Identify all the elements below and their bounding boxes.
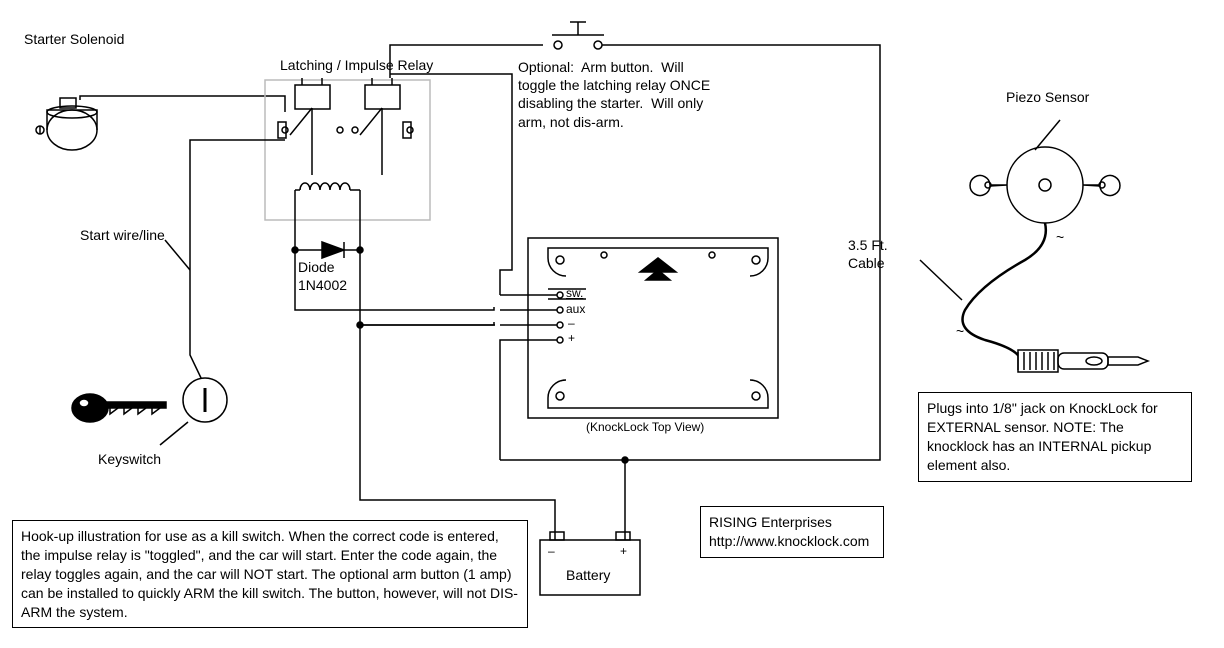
knocklock-caption: (KnockLock Top View) bbox=[586, 420, 704, 436]
terminal-minus-label: – bbox=[568, 316, 575, 332]
piezo-label: Piezo Sensor bbox=[1006, 88, 1089, 106]
start-wire-label: Start wire/line bbox=[80, 226, 165, 244]
starter-solenoid-icon bbox=[36, 98, 97, 150]
keyswitch-label: Keyswitch bbox=[98, 450, 161, 468]
audio-plug-icon bbox=[1018, 350, 1148, 372]
sensor-note-text: Plugs into 1/8" jack on KnockLock for EX… bbox=[927, 400, 1158, 473]
latching-relay-icon bbox=[278, 78, 413, 215]
company-box: RISING Enterprises http://www.knocklock.… bbox=[700, 506, 884, 558]
sensor-note-box: Plugs into 1/8" jack on KnockLock for EX… bbox=[918, 392, 1192, 482]
battery-minus-label: – bbox=[548, 544, 555, 560]
knocklock-enclosure-icon bbox=[528, 238, 778, 418]
battery-plus-label: + bbox=[620, 544, 627, 560]
latching-relay-label: Latching / Impulse Relay bbox=[280, 56, 433, 74]
arm-button-note: Optional: Arm button. Will toggle the la… bbox=[518, 58, 798, 131]
diode-label: Diode 1N4002 bbox=[298, 258, 347, 294]
battery-label: Battery bbox=[566, 566, 610, 584]
diode-icon bbox=[292, 215, 363, 258]
tilde2: ~ bbox=[956, 322, 964, 340]
piezo-sensor-icon bbox=[970, 147, 1120, 223]
battery-icon bbox=[540, 532, 640, 595]
tilde1: ~ bbox=[1056, 228, 1064, 246]
cable-icon bbox=[963, 223, 1046, 358]
terminal-plus-label: + bbox=[568, 331, 575, 347]
company-text: RISING Enterprises http://www.knocklock.… bbox=[709, 514, 869, 549]
main-note-box: Hook-up illustration for use as a kill s… bbox=[12, 520, 528, 628]
starter-solenoid-label: Starter Solenoid bbox=[24, 30, 124, 48]
keyswitch-icon bbox=[72, 378, 227, 422]
cable-label: 3.5 Ft. Cable bbox=[848, 236, 888, 272]
terminal-sw-label: sw. bbox=[566, 286, 583, 302]
main-note-text: Hook-up illustration for use as a kill s… bbox=[21, 528, 518, 620]
arm-button-switch-icon bbox=[552, 22, 604, 49]
